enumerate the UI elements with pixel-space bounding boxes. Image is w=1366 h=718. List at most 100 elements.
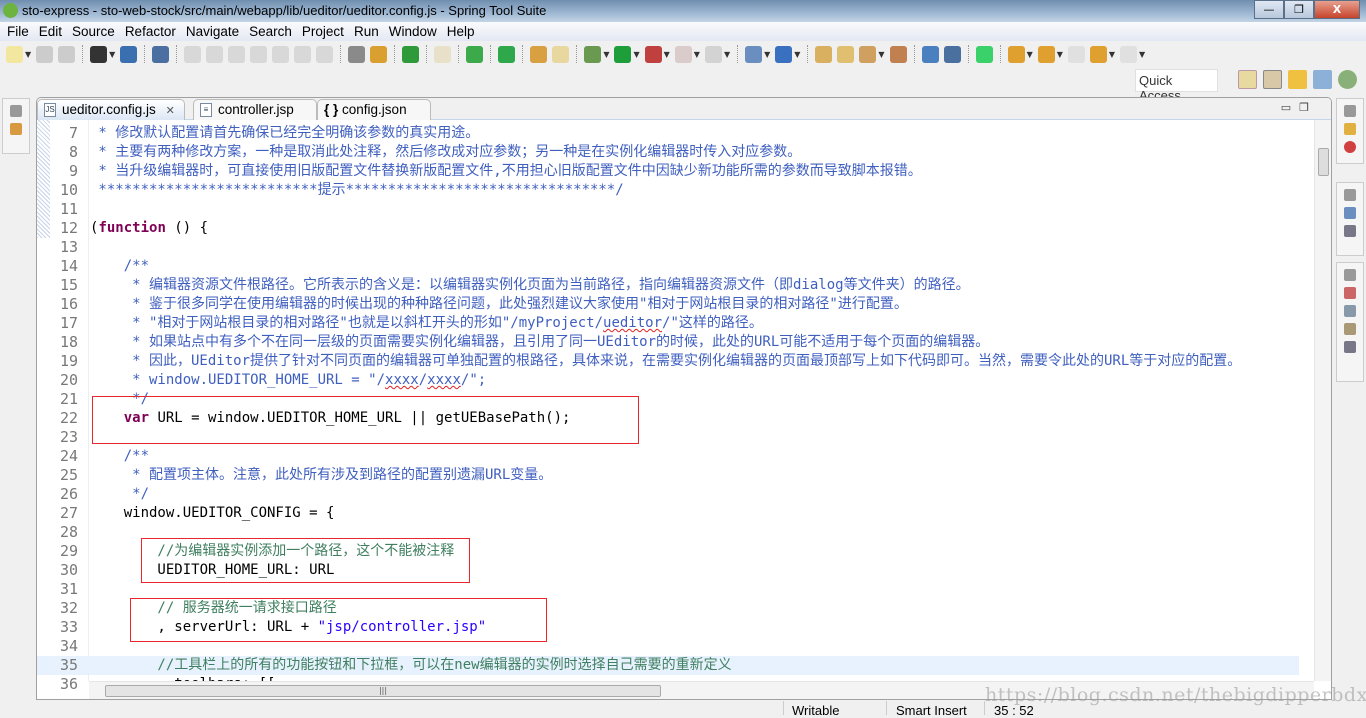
code-line[interactable]: 12 (function () { (37, 219, 1299, 238)
code-line[interactable]: 30 UEDITOR_HOME_URL: URL (37, 561, 1299, 580)
skip-breakpoints-icon[interactable] (152, 45, 170, 63)
dropdown-arrow-icon[interactable]: ▼ (794, 50, 800, 59)
code-line[interactable]: 21 */ (37, 390, 1299, 409)
open-task-icon[interactable] (889, 45, 907, 63)
minimize-button[interactable]: — (1254, 0, 1284, 19)
code-line[interactable]: 27 window.UEDITOR_CONFIG = { (37, 504, 1299, 523)
code-line[interactable]: 22 var URL = window.UEDITOR_HOME_URL || … (37, 409, 1299, 428)
open-perspective-icon[interactable] (1238, 70, 1257, 89)
menu-project[interactable]: Project (299, 22, 349, 41)
dropdown-arrow-icon[interactable]: ▼ (1109, 50, 1115, 59)
dropdown-arrow-icon[interactable]: ▼ (1057, 50, 1063, 59)
tab-config-json[interactable]: { } config.json (317, 99, 431, 120)
step-over-icon[interactable] (294, 45, 312, 63)
menu-navigate[interactable]: Navigate (183, 22, 244, 41)
menu-window[interactable]: Window (386, 22, 442, 41)
close-button[interactable]: X (1314, 0, 1360, 19)
restore-button[interactable]: ❐ (1284, 0, 1314, 19)
dropdown-arrow-icon[interactable]: ▼ (694, 50, 700, 59)
disconnect-icon[interactable] (250, 45, 268, 63)
dropdown-arrow-icon[interactable]: ▼ (633, 50, 639, 59)
tab-controller-jsp[interactable]: ≡ controller.jsp (193, 99, 317, 120)
dropdown-arrow-icon[interactable]: ▼ (109, 50, 115, 59)
scroll-thumb[interactable]: ||| (105, 685, 661, 697)
editor-minimize-maximize[interactable]: ▭❐ (1281, 101, 1317, 114)
dropdown-arrow-icon[interactable]: ▼ (603, 50, 609, 59)
toggle-editor-icon[interactable] (434, 45, 452, 63)
properties-icon[interactable] (1344, 305, 1356, 317)
code-line[interactable]: 8 * 主要有两种修改方案，一种是取消此处注释，然后修改成对应参数；另一种是在实… (37, 143, 1299, 162)
external-tools-icon[interactable] (704, 45, 722, 63)
vertical-scrollbar[interactable] (1314, 120, 1331, 681)
code-line[interactable]: 35 //工具栏上的所有的功能按钮和下拉框，可以在new编辑器的实例时选择自己需… (37, 656, 1299, 675)
servers-icon[interactable] (1344, 287, 1356, 299)
code-line[interactable]: 31 (37, 580, 1299, 599)
code-line[interactable]: 16 * 鉴于很多同学在使用编辑器的时候出现的种种路径问题，此处强烈建议大家使用… (37, 295, 1299, 314)
code-line[interactable]: 23 (37, 428, 1299, 447)
close-tab-icon[interactable]: ✕ (166, 105, 175, 117)
spring-refresh-icon[interactable] (466, 45, 484, 63)
pencil-icon[interactable] (859, 45, 877, 63)
open-type-icon[interactable] (530, 45, 548, 63)
code-line[interactable]: 11 (37, 200, 1299, 219)
spring-green-icon[interactable] (498, 45, 516, 63)
code-line[interactable]: 18 * 如果站点中有多个不在同一层级的页面需要实例化编辑器，且引用了同一UEd… (37, 333, 1299, 352)
user-icon[interactable] (90, 45, 108, 63)
drop-to-frame-icon[interactable] (370, 45, 388, 63)
spring-boot-icon[interactable] (402, 45, 420, 63)
dropdown-arrow-icon[interactable]: ▼ (878, 50, 884, 59)
terminate-icon[interactable] (228, 45, 246, 63)
new-icon[interactable] (6, 45, 23, 63)
progress-icon[interactable] (1344, 323, 1356, 335)
suspend-icon[interactable] (206, 45, 224, 63)
spring-explorer-icon[interactable] (1344, 225, 1356, 237)
run-icon[interactable] (614, 45, 632, 63)
scroll-thumb[interactable] (1318, 148, 1329, 176)
code-line[interactable]: 10 **************************提示*********… (37, 181, 1299, 200)
code-line[interactable]: 34 (37, 637, 1299, 656)
code-line[interactable]: 17 * "相对于网站根目录的相对路径"也就是以斜杠开头的形如"/myProje… (37, 314, 1299, 333)
prev-annotation-icon[interactable] (1037, 45, 1055, 63)
code-line[interactable]: 9 * 当升级编辑器时，可直接使用旧版配置文件替换新版配置文件,不用担心旧版配置… (37, 162, 1299, 181)
launch-icon[interactable] (943, 45, 961, 63)
code-line[interactable]: 28 (37, 523, 1299, 542)
dropdown-arrow-icon[interactable]: ▼ (1027, 50, 1033, 59)
code-line[interactable]: 29 //为编辑器实例添加一个路径，这个不能被注释 (37, 542, 1299, 561)
menu-edit[interactable]: Edit (36, 22, 67, 41)
menu-search[interactable]: Search (246, 22, 297, 41)
task-list-icon[interactable] (1344, 123, 1356, 135)
dropdown-arrow-icon[interactable]: ▼ (724, 50, 730, 59)
code-line[interactable]: 14 /** (37, 257, 1299, 276)
restore-view-icon[interactable] (1344, 189, 1356, 201)
code-line[interactable]: 24 /** (37, 447, 1299, 466)
code-line[interactable]: 33 , serverUrl: URL + "jsp/controller.js… (37, 618, 1299, 637)
quick-access-input[interactable]: Quick Access (1135, 69, 1218, 103)
open-project-icon[interactable] (837, 45, 855, 63)
menu-help[interactable]: Help (444, 22, 480, 41)
open-folder-icon[interactable] (815, 45, 833, 63)
forward-icon[interactable] (1120, 45, 1138, 63)
console-view-icon[interactable] (1344, 341, 1356, 353)
menu-file[interactable]: File (4, 22, 34, 41)
menu-refactor[interactable]: Refactor (122, 22, 181, 41)
last-edit-icon[interactable] (1067, 45, 1085, 63)
coverage-icon[interactable] (644, 45, 662, 63)
code-line[interactable]: 26 */ (37, 485, 1299, 504)
resume-icon[interactable] (184, 45, 202, 63)
dropdown-arrow-icon[interactable]: ▼ (1139, 50, 1145, 59)
stop-icon[interactable] (674, 45, 692, 63)
sql-perspective-icon[interactable] (1288, 70, 1307, 89)
data-perspective-icon[interactable] (1313, 70, 1332, 89)
spring-perspective-icon[interactable] (1263, 70, 1282, 89)
debug-perspective-icon[interactable] (1338, 70, 1357, 89)
step-return-icon[interactable] (316, 45, 334, 63)
outline-icon[interactable] (1344, 207, 1356, 219)
code-line[interactable]: 20 * window.UEDITOR_HOME_URL = "/xxxx/xx… (37, 371, 1299, 390)
debug-icon[interactable] (584, 45, 602, 63)
code-line[interactable]: 15 * 编辑器资源文件根路径。它所表示的含义是：以编辑器实例化页面为当前路径，… (37, 276, 1299, 295)
back-icon[interactable] (1089, 45, 1107, 63)
menu-run[interactable]: Run (351, 22, 384, 41)
step-into-icon[interactable] (272, 45, 290, 63)
save-all-icon[interactable] (58, 45, 76, 63)
toggle-mark-occurrences-icon[interactable] (552, 45, 570, 63)
